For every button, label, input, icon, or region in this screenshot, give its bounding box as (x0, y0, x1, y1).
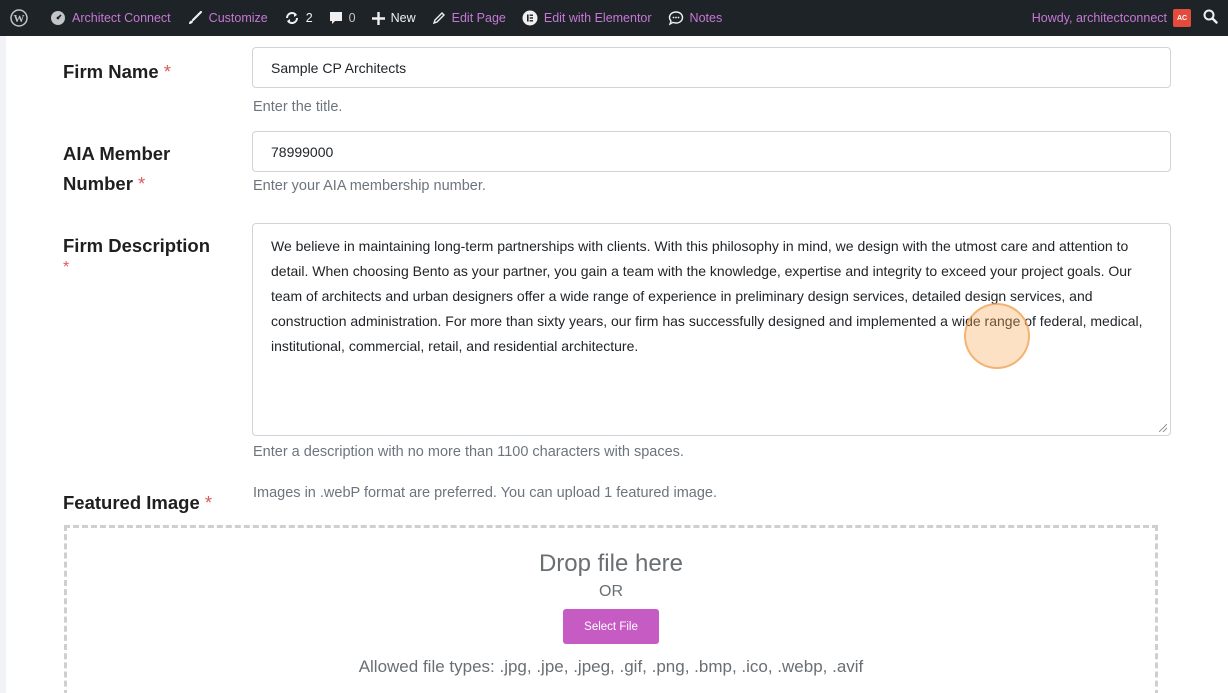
file-dropzone[interactable]: Drop file here OR Select File Allowed fi… (64, 525, 1158, 693)
notes-link[interactable]: Notes (660, 0, 731, 36)
site-name-link[interactable]: Architect Connect (42, 0, 179, 36)
resize-handle[interactable] (1159, 424, 1167, 432)
edit-page-label: Edit Page (451, 11, 506, 25)
notes-label: Notes (689, 11, 723, 25)
search-icon (1203, 9, 1218, 27)
aia-member-input[interactable]: 78999000 (252, 131, 1171, 172)
wordpress-logo-icon: W (10, 9, 28, 27)
edit-elementor-link[interactable]: Edit with Elementor (514, 0, 660, 36)
customize-link[interactable]: Customize (179, 0, 276, 36)
firm-name-value: Sample CP Architects (271, 59, 407, 76)
svg-text:W: W (14, 13, 25, 25)
howdy-label: Howdy, architectconnect (1031, 11, 1167, 25)
aia-member-value: 78999000 (271, 143, 334, 160)
updates-count: 2 (305, 11, 313, 25)
required-asterisk: * (63, 259, 70, 276)
drop-or-text: OR (599, 583, 623, 600)
firm-description-label-text: Firm Description (63, 235, 210, 256)
wordpress-logo-button[interactable]: W (0, 0, 42, 36)
aia-member-label-line2-wrap: Number * (63, 169, 170, 199)
featured-image-label: Featured Image * (63, 488, 212, 518)
new-content-link[interactable]: New (364, 0, 424, 36)
click-indicator (964, 303, 1030, 369)
featured-image-help: Images in .webP format are preferred. Yo… (253, 485, 718, 501)
my-account-link[interactable]: Howdy, architectconnect AC (1024, 0, 1197, 36)
pencil-icon (432, 11, 446, 25)
edit-elementor-label: Edit with Elementor (543, 11, 652, 25)
new-label: New (390, 11, 416, 25)
aia-member-label: AIA Member Number * (63, 139, 170, 199)
admin-bar: W Architect Connect Customize 2 0 New Ed… (0, 0, 1228, 36)
required-asterisk: * (138, 173, 146, 194)
firm-description-help: Enter a description with no more than 11… (253, 444, 684, 460)
comments-link[interactable]: 0 (321, 0, 364, 36)
plus-icon (371, 11, 385, 25)
firm-description-textarea[interactable]: We believe in maintaining long-term part… (252, 223, 1171, 436)
required-asterisk: * (204, 492, 213, 513)
updates-icon (284, 10, 300, 26)
form-content: Firm Name * Sample CP Architects Enter t… (0, 36, 1228, 693)
aia-member-label-line2: Number (63, 173, 133, 194)
firm-name-label-text: Firm Name (63, 61, 159, 82)
firm-name-input[interactable]: Sample CP Architects (252, 47, 1171, 88)
featured-image-label-text: Featured Image (63, 492, 200, 513)
avatar: AC (1173, 9, 1191, 27)
dashboard-icon (50, 10, 66, 26)
firm-description-label: Firm Description * (63, 231, 210, 276)
select-file-button[interactable]: Select File (563, 609, 659, 644)
updates-link[interactable]: 2 (276, 0, 321, 36)
brush-icon (187, 10, 203, 26)
search-button[interactable] (1197, 0, 1228, 36)
allowed-file-types: Allowed file types: .jpg, .jpe, .jpeg, .… (358, 657, 864, 676)
edit-page-link[interactable]: Edit Page (424, 0, 514, 36)
comment-icon (329, 11, 343, 25)
elementor-icon (522, 10, 538, 26)
firm-name-help: Enter the title. (253, 99, 343, 115)
notes-icon (668, 10, 684, 26)
required-asterisk: * (163, 61, 171, 82)
firm-name-label: Firm Name * (63, 57, 171, 87)
aia-member-label-line1: AIA Member (63, 143, 171, 164)
left-edge-strip (0, 36, 6, 693)
aia-member-help: Enter your AIA membership number. (253, 178, 486, 194)
site-name-label: Architect Connect (72, 11, 171, 25)
comments-count: 0 (348, 11, 356, 25)
customize-label: Customize (208, 11, 268, 25)
drop-file-title: Drop file here (538, 550, 684, 577)
